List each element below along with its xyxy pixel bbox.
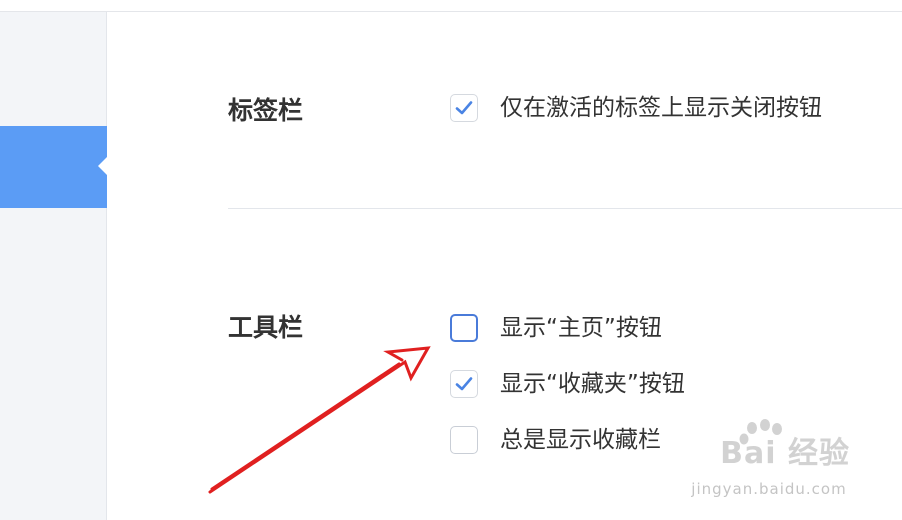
watermark-url: jingyan.baidu.com — [691, 480, 847, 498]
option-label-show-favorites-button: 显示“收藏夹”按钮 — [500, 371, 685, 397]
section-divider — [228, 208, 902, 209]
section-label-toolbar: 工具栏 — [228, 313, 304, 342]
option-show-favorites-button[interactable]: 显示“收藏夹”按钮 — [450, 369, 685, 399]
option-close-button-active-tab[interactable]: 仅在激活的标签上显示关闭按钮 — [450, 93, 822, 123]
sidebar-item-active[interactable] — [0, 126, 107, 208]
option-label-always-show-favorites-bar: 总是显示收藏栏 — [500, 427, 661, 453]
top-border — [0, 0, 902, 12]
checkbox-close-button-active-tab[interactable] — [450, 94, 478, 122]
watermark-brand: Bai 经验 — [720, 436, 850, 471]
option-label-show-home-button: 显示“主页”按钮 — [500, 315, 662, 341]
option-label-close-button-active-tab: 仅在激活的标签上显示关闭按钮 — [500, 95, 822, 121]
option-show-home-button[interactable]: 显示“主页”按钮 — [450, 313, 662, 343]
sidebar-active-pointer — [98, 156, 108, 176]
checkbox-show-home-button[interactable] — [450, 314, 478, 342]
checkbox-show-favorites-button[interactable] — [450, 370, 478, 398]
option-always-show-favorites-bar[interactable]: 总是显示收藏栏 — [450, 425, 661, 455]
checkbox-always-show-favorites-bar[interactable] — [450, 426, 478, 454]
section-label-tabbar: 标签栏 — [228, 96, 304, 125]
checkmark-icon — [455, 101, 473, 115]
checkmark-icon — [455, 377, 473, 391]
settings-sidebar — [0, 12, 107, 520]
